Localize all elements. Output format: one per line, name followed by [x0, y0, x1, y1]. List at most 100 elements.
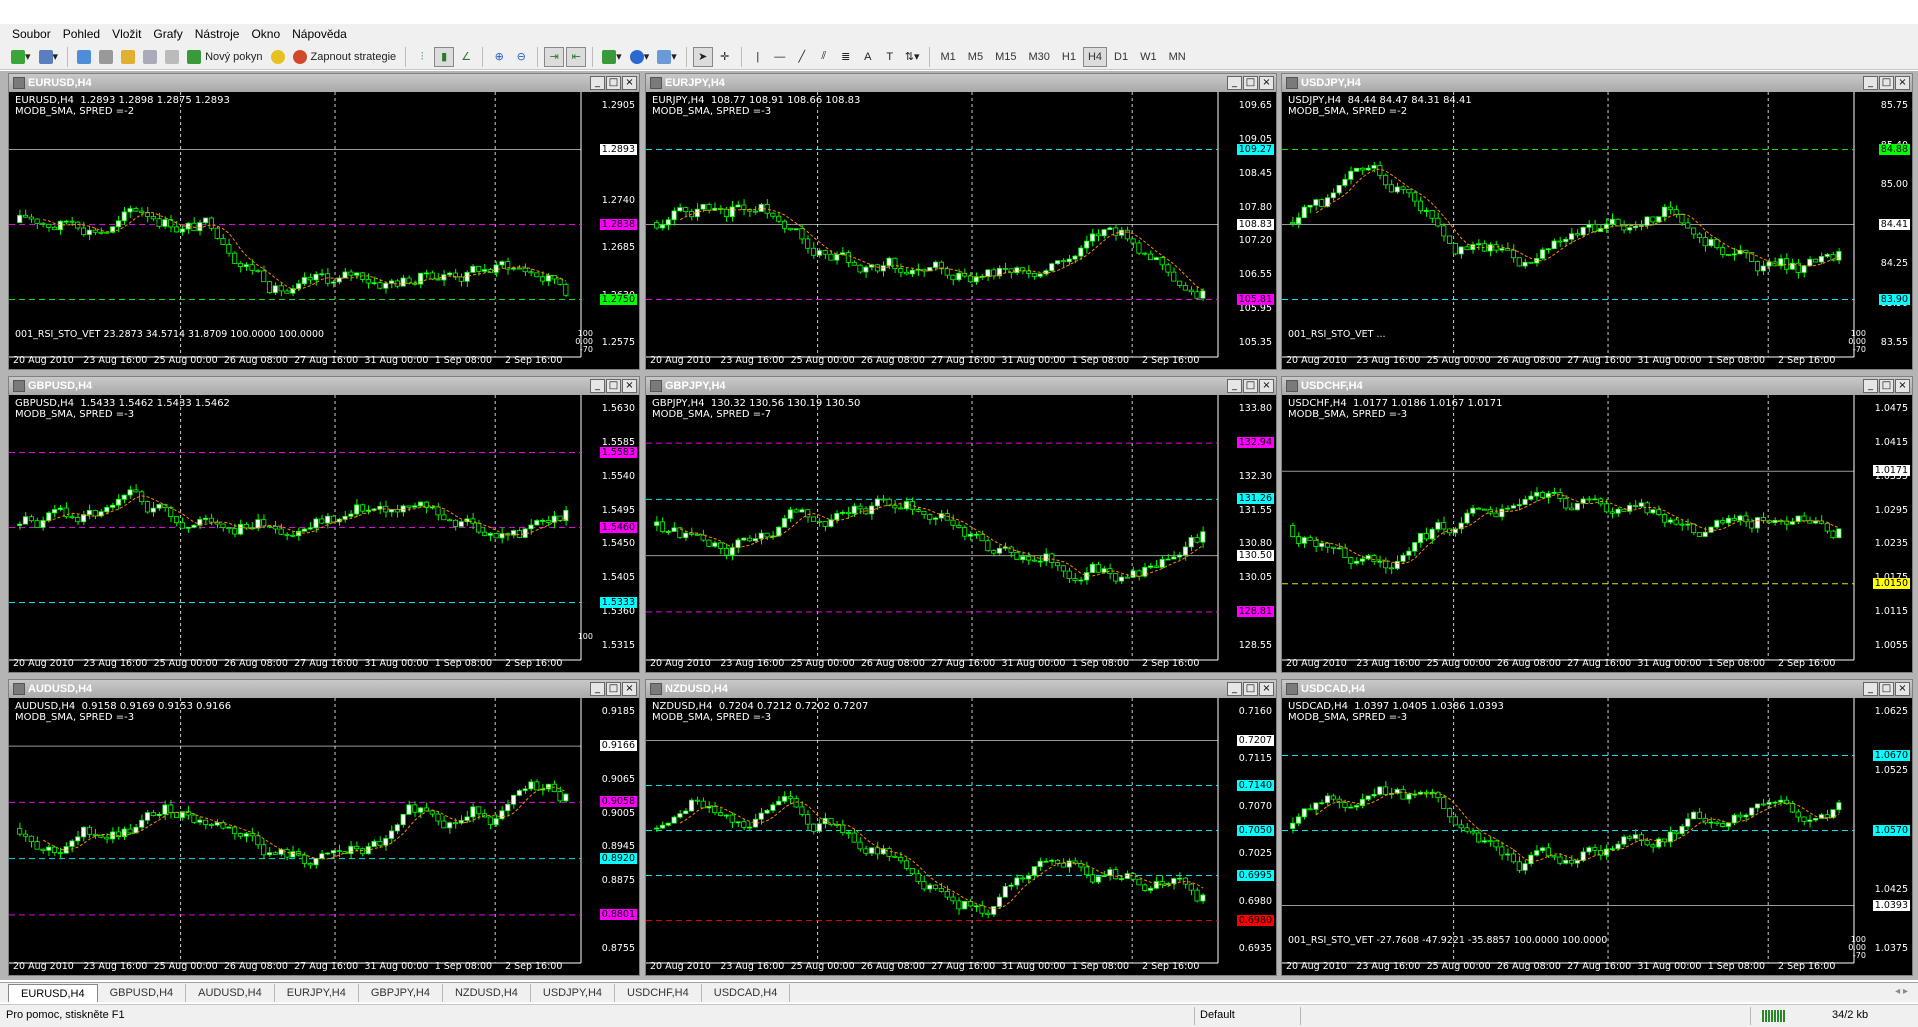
- minimize-button[interactable]: _: [590, 76, 605, 90]
- chart-window[interactable]: GBPUSD,H4 _ □ × GBPUSD,H4 1.5433 1.5462 …: [8, 376, 640, 673]
- price-chart[interactable]: [1282, 395, 1912, 672]
- terminal-button[interactable]: [140, 47, 160, 67]
- maximize-button[interactable]: □: [1243, 76, 1258, 90]
- minimize-button[interactable]: _: [1227, 76, 1242, 90]
- trendline-button[interactable]: ╱: [792, 47, 812, 67]
- close-button[interactable]: ×: [1259, 379, 1274, 393]
- price-chart[interactable]: [9, 395, 639, 672]
- timeframe-d1[interactable]: D1: [1109, 47, 1133, 67]
- chart-window-titlebar[interactable]: EURJPY,H4 _ □ ×: [646, 74, 1276, 92]
- fibonacci-button[interactable]: ≣: [836, 47, 856, 67]
- chart-window[interactable]: USDCAD,H4 _ □ × USDCAD,H4 1.0397 1.0405 …: [1281, 679, 1913, 976]
- minimize-button[interactable]: _: [1227, 682, 1242, 696]
- maximize-button[interactable]: □: [1879, 379, 1894, 393]
- arrows-button[interactable]: ⇅ ▾: [902, 47, 923, 67]
- chart-tab-gbpjpy[interactable]: GBPJPY,H4: [359, 984, 443, 1002]
- minimize-button[interactable]: _: [590, 379, 605, 393]
- menu-okno[interactable]: Okno: [245, 27, 286, 41]
- close-button[interactable]: ×: [1895, 76, 1910, 90]
- line-chart-button[interactable]: ∠: [456, 47, 476, 67]
- text-button[interactable]: A: [858, 47, 878, 67]
- price-chart[interactable]: [646, 395, 1276, 672]
- chart-window[interactable]: AUDUSD,H4 _ □ × AUDUSD,H4 0.9158 0.9169 …: [8, 679, 640, 976]
- close-button[interactable]: ×: [622, 76, 637, 90]
- price-chart[interactable]: [646, 92, 1276, 369]
- chart-window-titlebar[interactable]: USDJPY,H4 _ □ ×: [1282, 74, 1912, 92]
- auto-scroll-button[interactable]: ⇥: [544, 46, 565, 67]
- chart-window[interactable]: EURUSD,H4 _ □ × EURUSD,H4 1.2893 1.2898 …: [8, 73, 640, 370]
- timeframe-h1[interactable]: H1: [1057, 47, 1081, 67]
- timeframe-m1[interactable]: M1: [936, 47, 961, 67]
- chart-tab-audusd[interactable]: AUDUSD,H4: [186, 984, 275, 1002]
- templates-button[interactable]: ▾: [654, 47, 680, 67]
- maximize-button[interactable]: □: [1243, 379, 1258, 393]
- menu-nastroje[interactable]: Nástroje: [189, 27, 246, 41]
- price-chart[interactable]: [1282, 698, 1912, 975]
- crosshair-button[interactable]: ✛: [715, 47, 735, 67]
- tester-button[interactable]: [162, 47, 182, 67]
- periods-button[interactable]: ▾: [627, 47, 653, 67]
- new-chart-button[interactable]: ▾: [8, 47, 34, 67]
- maximize-button[interactable]: □: [1879, 76, 1894, 90]
- navigator-button[interactable]: [118, 47, 138, 67]
- close-button[interactable]: ×: [1895, 682, 1910, 696]
- timeframe-h4[interactable]: H4: [1082, 46, 1108, 67]
- chart-tab-nzdusd[interactable]: NZDUSD,H4: [443, 984, 531, 1002]
- data-window-button[interactable]: [96, 47, 116, 67]
- menu-soubor[interactable]: Soubor: [6, 27, 57, 41]
- chart-tab-usdcad[interactable]: USDCAD,H4: [702, 984, 791, 1002]
- candle-chart-button[interactable]: ▮: [434, 46, 455, 67]
- chart-window-titlebar[interactable]: NZDUSD,H4 _ □ ×: [646, 680, 1276, 698]
- chart-window[interactable]: USDCHF,H4 _ □ × USDCHF,H4 1.0177 1.0186 …: [1281, 376, 1913, 673]
- indicators-button[interactable]: ▾: [599, 47, 625, 67]
- chart-window[interactable]: EURJPY,H4 _ □ × EURJPY,H4 108.77 108.91 …: [645, 73, 1277, 370]
- minimize-button[interactable]: _: [1863, 76, 1878, 90]
- chart-tab-eurjpy[interactable]: EURJPY,H4: [275, 984, 359, 1002]
- timeframe-w1[interactable]: W1: [1135, 47, 1162, 67]
- market-watch-button[interactable]: [74, 47, 94, 67]
- profiles-button[interactable]: ▾: [36, 47, 62, 67]
- maximize-button[interactable]: □: [1243, 682, 1258, 696]
- minimize-button[interactable]: _: [1227, 379, 1242, 393]
- chart-tab-usdjpy[interactable]: USDJPY,H4: [531, 984, 616, 1002]
- zoom-in-button[interactable]: ⊕: [489, 47, 509, 67]
- timeframe-m30[interactable]: M30: [1023, 47, 1054, 67]
- horizontal-line-button[interactable]: —: [770, 47, 790, 67]
- maximize-button[interactable]: □: [606, 682, 621, 696]
- close-button[interactable]: ×: [622, 379, 637, 393]
- menu-pohled[interactable]: Pohled: [57, 27, 106, 41]
- close-button[interactable]: ×: [622, 682, 637, 696]
- timeframe-m15[interactable]: M15: [990, 47, 1021, 67]
- cursor-button[interactable]: ➤: [692, 46, 713, 67]
- chart-window-titlebar[interactable]: USDCAD,H4 _ □ ×: [1282, 680, 1912, 698]
- metaeditor-button[interactable]: [268, 47, 288, 67]
- chart-tab-gbpusd[interactable]: GBPUSD,H4: [98, 984, 187, 1002]
- chart-tab-eurusd[interactable]: EURUSD,H4: [8, 984, 98, 1002]
- chart-window-titlebar[interactable]: USDCHF,H4 _ □ ×: [1282, 377, 1912, 395]
- expert-advisors-button[interactable]: Zapnout strategie: [290, 47, 400, 67]
- maximize-button[interactable]: □: [606, 379, 621, 393]
- channel-button[interactable]: ⫽: [814, 47, 834, 67]
- menu-vlozit[interactable]: Vložit: [106, 27, 147, 41]
- maximize-button[interactable]: □: [606, 76, 621, 90]
- chart-window-titlebar[interactable]: GBPUSD,H4 _ □ ×: [9, 377, 639, 395]
- chart-window-titlebar[interactable]: EURUSD,H4 _ □ ×: [9, 74, 639, 92]
- bar-chart-button[interactable]: ⫶: [412, 47, 432, 67]
- minimize-button[interactable]: _: [1863, 379, 1878, 393]
- minimize-button[interactable]: _: [590, 682, 605, 696]
- chart-window-titlebar[interactable]: GBPJPY,H4 _ □ ×: [646, 377, 1276, 395]
- minimize-button[interactable]: _: [1863, 682, 1878, 696]
- price-chart[interactable]: [646, 698, 1276, 975]
- text-label-button[interactable]: T: [880, 47, 900, 67]
- zoom-out-button[interactable]: ⊖: [511, 47, 531, 67]
- close-button[interactable]: ×: [1895, 379, 1910, 393]
- price-chart[interactable]: [9, 92, 639, 369]
- price-chart[interactable]: [9, 698, 639, 975]
- close-button[interactable]: ×: [1259, 76, 1274, 90]
- chart-window[interactable]: GBPJPY,H4 _ □ × GBPJPY,H4 130.32 130.56 …: [645, 376, 1277, 673]
- timeframe-mn[interactable]: MN: [1164, 47, 1191, 67]
- tab-scroll-arrows-icon[interactable]: ◂ ▸: [1895, 986, 1908, 997]
- vertical-line-button[interactable]: |: [748, 47, 768, 67]
- new-order-button[interactable]: Nový pokyn: [184, 47, 265, 67]
- menu-napoveda[interactable]: Nápověda: [286, 27, 353, 41]
